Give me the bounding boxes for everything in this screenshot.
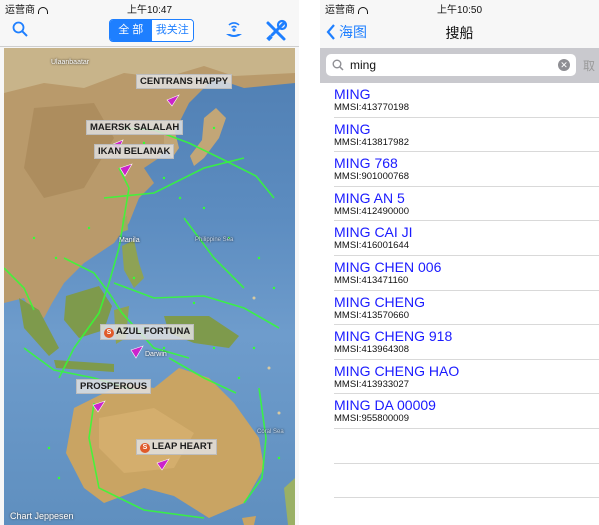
map-label-darwin: Darwin (145, 351, 167, 358)
ship-name: MING AN 5 (334, 189, 405, 206)
ship-mmsi: MMSI:955800009 (334, 413, 409, 425)
page-title: 搜船 (445, 25, 474, 41)
ship-map[interactable]: Ulaanbaatar Manila Philippine Sea Darwin… (4, 48, 295, 525)
result-row[interactable]: MING CHENG 918 MMSI:413964308 (334, 325, 599, 360)
result-row[interactable]: MING MMSI:413817982 (334, 118, 599, 153)
ship-label-leap-heart[interactable]: S LEAP HEART (136, 439, 217, 455)
ship-name: MING (334, 86, 371, 102)
result-row[interactable]: MING CHENG MMSI:413570660 (334, 291, 599, 326)
search-input[interactable]: ming ✕ (326, 54, 576, 76)
segment-following[interactable]: 我关注 (151, 20, 193, 41)
ship-name: MING CHEN 006 (334, 258, 442, 275)
search-icon (332, 59, 344, 71)
ship-label-ikan-belanak[interactable]: IKAN BELANAK (94, 144, 175, 159)
ship-mmsi: MMSI:416001644 (334, 240, 409, 252)
ship-name: MING CAI JI (334, 224, 413, 241)
ship-mmsi: MMSI:412490000 (334, 205, 409, 217)
status-bar: 运营商 上午10:50 (320, 0, 599, 16)
map-label-ulaanbaatar: Ulaanbaatar (51, 59, 90, 66)
ais-antenna-icon[interactable] (223, 19, 245, 41)
ship-name: MING CHENG HAO (334, 362, 460, 379)
empty-row (334, 464, 599, 499)
ship-name: MING CHENG (334, 293, 425, 310)
search-bar: ming ✕ 取 (320, 48, 599, 83)
result-row[interactable]: MING AN 5 MMSI:412490000 (334, 187, 599, 222)
map-credit: Chart Jeppesen (10, 511, 74, 521)
clear-search-button[interactable]: ✕ (558, 59, 570, 71)
segment-all[interactable]: 全 部 (110, 20, 152, 41)
status-bar: 运营商 上午10:47 (0, 0, 299, 16)
ship-label-prosperous[interactable]: PROSPEROUS (76, 379, 152, 394)
navigation-bar: 海图 搜船 (320, 14, 599, 49)
ship-name: MING (334, 120, 371, 137)
map-screen: 运营商 上午10:47 全 部 我关注 Ulaanbaatar Manila P… (0, 0, 299, 525)
ship-label-maersk-salalah[interactable]: MAERSK SALALAH (86, 120, 184, 135)
ship-mmsi: MMSI:413964308 (334, 344, 409, 356)
ship-mmsi: MMSI:413770198 (334, 102, 409, 113)
search-query: ming (350, 58, 377, 72)
ship-badge: S (104, 328, 114, 338)
filter-segmented-control: 全 部 我关注 (109, 19, 194, 42)
result-row[interactable]: MING CHEN 006 MMSI:413471160 (334, 256, 599, 291)
map-toolbar: 全 部 我关注 (0, 14, 299, 47)
ship-mmsi: MMSI:413570660 (334, 309, 409, 321)
ship-mmsi: MMSI:413471160 (334, 274, 409, 286)
map-label-coral-sea: Coral Sea (257, 429, 284, 435)
map-label-manila: Manila (119, 237, 140, 244)
ship-name: MING DA 00009 (334, 397, 436, 414)
map-label-philippine-sea: Philippine Sea (195, 237, 234, 243)
ship-search-screen: 运营商 上午10:50 海图 搜船 ming ✕ 取 MING MMSI:4137… (320, 0, 599, 525)
empty-row (334, 429, 599, 464)
result-row[interactable]: MING MMSI:413770198 (334, 83, 599, 118)
screen-divider (299, 0, 320, 525)
ship-label-azul-fortuna[interactable]: S AZUL FORTUNA (100, 324, 195, 340)
tools-icon[interactable] (264, 19, 288, 43)
cancel-button[interactable]: 取 (583, 57, 595, 74)
result-row[interactable]: MING CAI JI MMSI:416001644 (334, 221, 599, 256)
ship-label-centrans-happy[interactable]: CENTRANS HAPPY (136, 74, 233, 89)
ship-mmsi: MMSI:901000768 (334, 171, 409, 183)
ship-badge: S (140, 443, 150, 453)
search-results-list: MING MMSI:413770198 MING MMSI:413817982 MI… (320, 83, 599, 499)
result-row[interactable]: MING 768 MMSI:901000768 (334, 152, 599, 187)
ship-name: MING 768 (334, 155, 398, 172)
ship-name: MING CHENG 918 (334, 328, 453, 345)
ship-mmsi: MMSI:413817982 (334, 136, 409, 148)
ship-mmsi: MMSI:413933027 (334, 378, 409, 390)
result-row[interactable]: MING DA 00009 MMSI:955800009 (334, 394, 599, 429)
result-row[interactable]: MING CHENG HAO MMSI:413933027 (334, 360, 599, 395)
search-icon[interactable] (12, 21, 28, 37)
